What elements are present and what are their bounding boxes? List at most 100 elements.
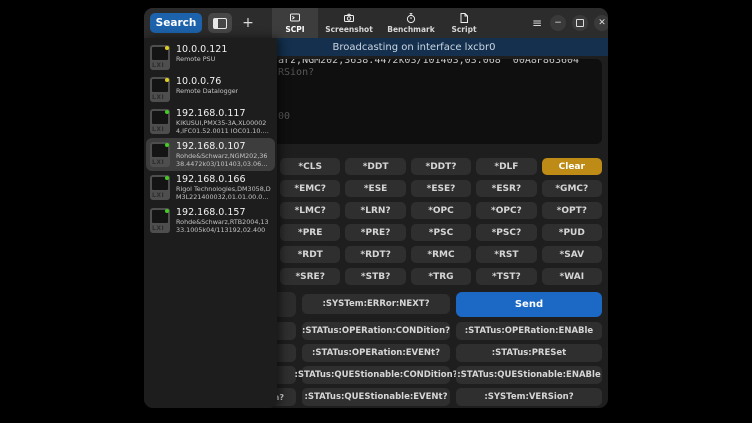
instrument-list-item[interactable]: LXI 192.168.0.157 Rohde&Schwarz,RTB2004,… — [146, 204, 275, 237]
console-line-command: RSion? — [278, 67, 314, 78]
scpi-command-button[interactable]: *PRE? — [345, 224, 405, 241]
status-command-button[interactable]: :STATus:QUEStionable:ENABle — [456, 366, 602, 384]
scpi-command-button[interactable]: *DDT? — [411, 158, 471, 175]
scpi-command-button[interactable]: *DLF — [476, 158, 536, 175]
device-id: Rohde&Schwarz,RTB2004,1333.1005k04/11319… — [176, 219, 271, 234]
tab-scpi[interactable]: SCPI — [272, 8, 318, 38]
device-ip: 192.168.0.166 — [176, 174, 271, 186]
device-text: 10.0.0.121 Remote PSU — [176, 44, 227, 64]
app-window: Search + SCPI Screenshot — [144, 8, 608, 408]
status-command-button[interactable]: :STATus:OPERation:EVENt? — [302, 344, 450, 362]
status-command-button[interactable]: :STATus:QUEStionable:EVENt? — [302, 388, 450, 406]
scpi-command-button[interactable]: *TST? — [476, 268, 536, 285]
scpi-command-button[interactable]: *ESR? — [476, 180, 536, 197]
scpi-command-button[interactable]: *LRN? — [345, 202, 405, 219]
status-dot — [165, 143, 169, 147]
instrument-list-item[interactable]: LXI 192.168.0.107 Rohde&Schwarz,NGM202,3… — [146, 138, 275, 171]
search-button[interactable]: Search — [150, 13, 202, 33]
console-line-response: arz,NGM202,3638.4472k03/101403,03.068 00… — [278, 59, 579, 66]
scpi-command-button[interactable]: *RMC — [411, 246, 471, 263]
scpi-command-button[interactable]: *ESE? — [411, 180, 471, 197]
scpi-command-button[interactable]: *RST — [476, 246, 536, 263]
scpi-command-button[interactable]: Clear — [542, 158, 602, 175]
status-command-button[interactable]: :STATus:OPERation:ENABle — [456, 322, 602, 340]
instrument-list-item[interactable]: LXI 10.0.0.121 Remote PSU — [146, 41, 275, 73]
scpi-command-button[interactable]: *DDT — [345, 158, 405, 175]
status-command-grid: :STATus:OPERation:CONDition? :STATus:OPE… — [302, 322, 602, 406]
tab-script[interactable]: Script — [444, 8, 484, 38]
tab-benchmark[interactable]: Benchmark — [384, 8, 438, 38]
lxi-device-icon: LXI — [150, 208, 170, 233]
instrument-list-item[interactable]: LXI 10.0.0.76 Remote Datalogger — [146, 73, 275, 105]
scpi-command-button[interactable]: *RDT? — [345, 246, 405, 263]
lxi-logo: LXI — [152, 225, 164, 232]
device-text: 10.0.0.76 Remote Datalogger — [176, 76, 238, 96]
scpi-command-button[interactable]: *EMC? — [280, 180, 340, 197]
scpi-command-button[interactable]: *PSC — [411, 224, 471, 241]
status-dot — [165, 78, 169, 82]
status-command-button[interactable]: :STATus:OPERation:CONDition? — [302, 322, 450, 340]
console-line-fragment: 00 — [278, 111, 290, 122]
status-command-button[interactable]: :SYSTem:VERSion? — [456, 388, 602, 406]
status-dot — [165, 110, 169, 114]
header-bar: Search + SCPI Screenshot — [144, 8, 608, 38]
device-ip: 192.168.0.117 — [176, 108, 271, 120]
scpi-command-button[interactable]: *ESE — [345, 180, 405, 197]
device-id: Remote PSU — [176, 56, 227, 64]
device-text: 192.168.0.157 Rohde&Schwarz,RTB2004,1333… — [176, 207, 271, 234]
script-icon — [458, 12, 470, 24]
tab-label: Benchmark — [387, 25, 435, 34]
scpi-command-button[interactable]: *TRG — [411, 268, 471, 285]
device-ip: 10.0.0.121 — [176, 44, 227, 56]
scpi-command-button[interactable]: *PRE — [280, 224, 340, 241]
minimize-button[interactable]: − — [550, 15, 566, 31]
scpi-command-button[interactable]: *PSC? — [476, 224, 536, 241]
maximize-icon — [576, 19, 584, 27]
scpi-command-button[interactable]: *CLS — [280, 158, 340, 175]
instrument-list-item[interactable]: LXI 192.168.0.166 Rigol Technologies,DM3… — [146, 171, 275, 204]
camera-icon — [343, 12, 355, 24]
scpi-command-grid: *CLS *DDT *DDT? *DLF Clear *EMC? *ESE *E… — [280, 158, 602, 285]
scpi-command-button[interactable]: *OPC? — [476, 202, 536, 219]
tab-screenshot[interactable]: Screenshot — [320, 8, 378, 38]
sidebar-toggle-button[interactable] — [208, 13, 232, 33]
instrument-list-popup: LXI 10.0.0.121 Remote PSU LXI 10.0. — [144, 38, 277, 408]
scpi-command-button[interactable]: *SRE? — [280, 268, 340, 285]
system-error-next-button[interactable]: :SYSTem:ERRor:NEXT? — [302, 294, 450, 314]
send-button[interactable]: Send — [456, 292, 602, 317]
status-command-button[interactable]: :STATus:QUEStionable:CONDition? — [302, 366, 450, 384]
device-text: 192.168.0.117 KIKUSUI,PMX35-3A,XL000024,… — [176, 108, 271, 135]
status-dot — [165, 46, 169, 50]
close-button[interactable]: ✕ — [594, 15, 608, 31]
status-command-button[interactable]: :STATus:PRESet — [456, 344, 602, 362]
lxi-device-icon: LXI — [150, 142, 170, 167]
scpi-command-button[interactable]: *GMC? — [542, 180, 602, 197]
scpi-command-button[interactable]: *OPT? — [542, 202, 602, 219]
lxi-logo: LXI — [152, 62, 164, 69]
lxi-logo: LXI — [152, 126, 164, 133]
scpi-command-button[interactable]: *LMC? — [280, 202, 340, 219]
menu-button[interactable]: ≡ — [528, 15, 546, 31]
scpi-command-button[interactable]: *RDT — [280, 246, 340, 263]
device-id: Remote Datalogger — [176, 88, 238, 96]
scpi-command-button[interactable]: *SAV — [542, 246, 602, 263]
scpi-command-button[interactable]: *STB? — [345, 268, 405, 285]
terminal-icon — [289, 12, 301, 24]
add-instrument-button[interactable]: + — [238, 13, 258, 33]
status-dot — [165, 209, 169, 213]
stopwatch-icon — [405, 12, 417, 24]
maximize-button[interactable] — [572, 15, 588, 31]
device-id: Rigol Technologies,DM3058,DM3L221400032,… — [176, 186, 271, 201]
scpi-command-button[interactable]: *PUD — [542, 224, 602, 241]
tab-label: SCPI — [285, 25, 304, 34]
instrument-list-item[interactable]: LXI 192.168.0.117 KIKUSUI,PMX35-3A,XL000… — [146, 105, 275, 138]
lxi-logo: LXI — [152, 94, 164, 101]
scpi-command-button[interactable]: *WAI — [542, 268, 602, 285]
status-dot — [165, 176, 169, 180]
lxi-logo: LXI — [152, 159, 164, 166]
scpi-command-button[interactable]: *OPC — [411, 202, 471, 219]
lxi-device-icon: LXI — [150, 175, 170, 200]
device-text: 192.168.0.107 Rohde&Schwarz,NGM202,3638.… — [176, 141, 271, 168]
device-ip: 10.0.0.76 — [176, 76, 238, 88]
device-ip: 192.168.0.157 — [176, 207, 271, 219]
